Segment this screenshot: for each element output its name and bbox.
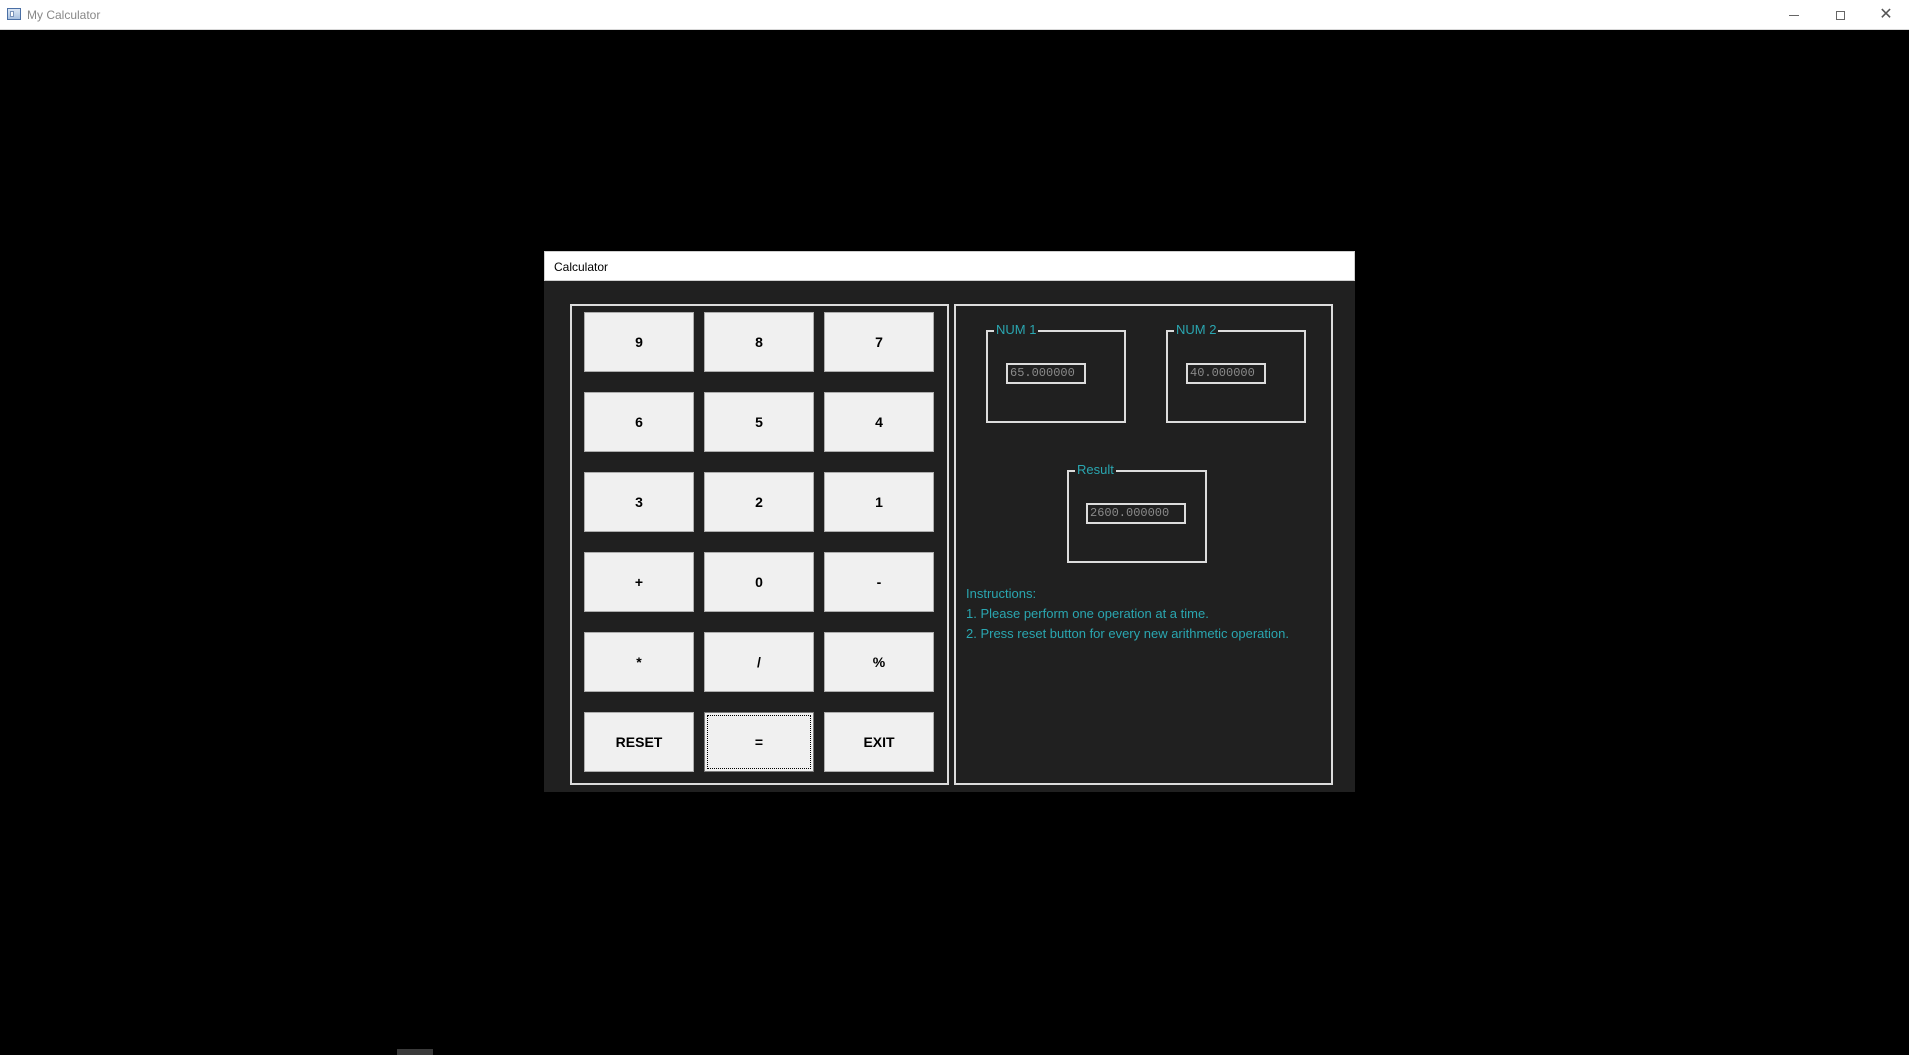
- digit-7-button[interactable]: 7: [824, 312, 934, 372]
- num1-label: NUM 1: [994, 322, 1039, 338]
- subtract-button[interactable]: -: [824, 552, 934, 612]
- reset-button[interactable]: RESET: [584, 712, 694, 772]
- window-titlebar[interactable]: My Calculator ✕: [0, 0, 1909, 30]
- result-label: Result: [1075, 462, 1116, 478]
- dialog-titlebar[interactable]: Calculator: [544, 251, 1355, 281]
- add-button[interactable]: +: [584, 552, 694, 612]
- digit-3-button[interactable]: 3: [584, 472, 694, 532]
- result-field[interactable]: 2600.000000: [1086, 503, 1186, 524]
- modulo-button[interactable]: %: [824, 632, 934, 692]
- digit-9-button[interactable]: 9: [584, 312, 694, 372]
- app-window-icon: [7, 8, 21, 20]
- digit-4-button[interactable]: 4: [824, 392, 934, 452]
- exit-button[interactable]: EXIT: [824, 712, 934, 772]
- keypad-panel: 9 8 7 6 5 4 3 2 1 + 0 - * / % RESET = EX…: [570, 304, 949, 785]
- scroll-grip: [397, 1049, 433, 1055]
- digit-0-button[interactable]: 0: [704, 552, 814, 612]
- maximize-icon: [1835, 10, 1845, 20]
- num1-field[interactable]: 65.000000: [1006, 363, 1086, 384]
- digit-1-button[interactable]: 1: [824, 472, 934, 532]
- main-window: My Calculator ✕ Calculator 9 8 7 6 5 4 3…: [0, 0, 1909, 1055]
- instructions-block: Instructions: 1. Please perform one oper…: [966, 584, 1289, 644]
- minimize-button[interactable]: [1771, 0, 1817, 30]
- result-groupbox: Result 2600.000000: [1067, 462, 1207, 563]
- minimize-icon: [1789, 14, 1799, 16]
- maximize-button[interactable]: [1817, 0, 1863, 30]
- multiply-button[interactable]: *: [584, 632, 694, 692]
- instructions-line-1: 1. Please perform one operation at a tim…: [966, 606, 1209, 621]
- calculator-dialog: Calculator 9 8 7 6 5 4 3 2 1 + 0 - * / %…: [544, 251, 1355, 792]
- display-panel: NUM 1 65.000000 NUM 2 40.000000 Result 2…: [954, 304, 1333, 785]
- instructions-heading: Instructions:: [966, 586, 1037, 601]
- digit-6-button[interactable]: 6: [584, 392, 694, 452]
- close-button[interactable]: ✕: [1863, 0, 1909, 30]
- digit-2-button[interactable]: 2: [704, 472, 814, 532]
- window-title: My Calculator: [27, 8, 101, 22]
- dialog-title: Calculator: [554, 260, 609, 274]
- num2-label: NUM 2: [1174, 322, 1219, 338]
- digit-8-button[interactable]: 8: [704, 312, 814, 372]
- digit-5-button[interactable]: 5: [704, 392, 814, 452]
- instructions-line-2: 2. Press reset button for every new arit…: [966, 626, 1289, 641]
- num2-groupbox: NUM 2 40.000000: [1166, 322, 1306, 423]
- close-icon: ✕: [1879, 6, 1893, 23]
- num1-groupbox: NUM 1 65.000000: [986, 322, 1126, 423]
- divide-button[interactable]: /: [704, 632, 814, 692]
- num2-field[interactable]: 40.000000: [1186, 363, 1266, 384]
- equals-button[interactable]: =: [704, 712, 814, 772]
